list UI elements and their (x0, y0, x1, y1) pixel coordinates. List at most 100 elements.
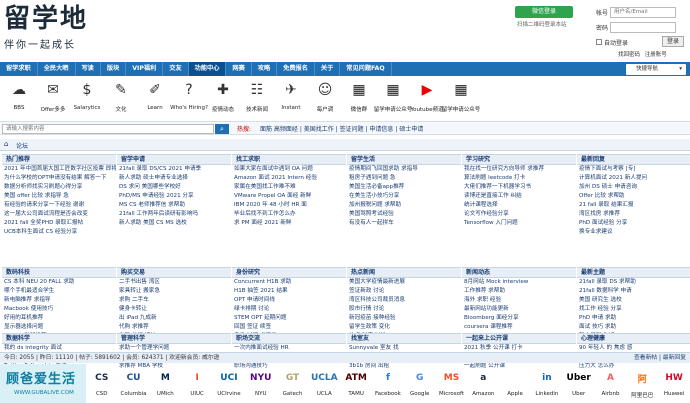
section-title[interactable]: 找室友 (347, 333, 461, 344)
partner-logo[interactable]: UCLA UCLA (308, 364, 340, 403)
nav-item[interactable]: 留学求职 (0, 62, 38, 76)
register-link[interactable]: 注册账号 (645, 52, 667, 58)
thread-link[interactable]: 股市行情 讨论 (347, 305, 461, 314)
thread-link[interactable]: 健身卡转让 (117, 305, 231, 314)
thread-link[interactable]: 租房子遇到问题 急 (347, 174, 461, 183)
thread-link[interactable]: 读博还是直接工作 纠结 (462, 192, 576, 201)
section-title[interactable]: 留学生活 (347, 154, 461, 165)
thread-link[interactable]: DS 求问 美国哪些学校好 (117, 183, 231, 192)
thread-link[interactable]: 美国 研究生 选校 (577, 296, 690, 305)
section-title[interactable]: 学习研究 (462, 154, 576, 165)
section-title[interactable]: 找工求职 (232, 154, 346, 165)
thread-link[interactable]: 面试 技巧 求助 (577, 323, 690, 332)
thread-link[interactable]: 美国生活必备app推荐 (347, 183, 461, 192)
thread-link[interactable]: 21fall 录取 DS/CS 2021 申请季 (117, 165, 231, 174)
thread-link[interactable]: 家属在美国找工作难不难 (232, 183, 346, 192)
partner-logo[interactable]: MS Microsoft (436, 364, 468, 403)
thread-link[interactable]: Macbook 使用技巧 (2, 305, 116, 314)
partner-logo[interactable]: Apple (499, 364, 531, 403)
partner-logo[interactable]: HW Huawei (658, 364, 690, 403)
site-logo[interactable]: 留学地 伴你一起成长 (4, 4, 124, 54)
partner-logo[interactable]: 阿阿里巴巴 (626, 364, 658, 403)
nav-item[interactable]: 关于 (315, 62, 341, 76)
thread-link[interactable]: Amazon 面试 2021 Intern 经验 (232, 174, 346, 183)
partner-logo[interactable]: a Amazon (467, 364, 499, 403)
section-title[interactable]: 热门推荐 (2, 154, 116, 165)
nav-item[interactable]: 全民大晒 (38, 62, 76, 76)
thread-link[interactable]: 加州 DS 硕士 申请咨询 (577, 183, 690, 192)
nav-item[interactable]: 常见问题FAQ (340, 62, 392, 76)
thread-link[interactable]: STEM OPT 延期问题 (232, 314, 346, 323)
hot-search-links[interactable]: 面筋 高频面经 | 美国找工作 | 签证问题 | 申请信息 | 硕士申请 (260, 124, 423, 133)
thread-link[interactable]: Concurrent H1B 求助 (232, 278, 346, 287)
section-title[interactable]: 数据科学 (2, 333, 116, 344)
thread-link[interactable]: Offer 比较 求帮助 (577, 192, 690, 201)
thread-link[interactable]: 绿卡排期 讨论 (232, 305, 346, 314)
password-input[interactable] (610, 21, 676, 33)
nav-item[interactable]: 免费报名 (277, 62, 315, 76)
thread-link[interactable]: 代购 求推荐 (117, 323, 231, 332)
thread-link[interactable]: 美国 offer 比较 求指导 急 (2, 192, 116, 201)
nav-item[interactable]: 写读 (76, 62, 101, 76)
stats-links[interactable]: 查看新帖 | 最新回复 (634, 353, 686, 363)
forgot-password-link[interactable]: 找回密码 (618, 52, 640, 58)
partner-logo[interactable]: I UIUC (181, 364, 213, 403)
thread-link[interactable]: VMware Propel OA 面经 新鲜 (232, 192, 346, 201)
nav-item[interactable]: 网赛 (226, 62, 252, 76)
thread-link[interactable]: OPT 申请时间线 (232, 296, 346, 305)
thread-link[interactable]: 我在找一位研究方向导师 求推荐 (462, 165, 576, 174)
auto-login-checkbox[interactable] (596, 39, 602, 45)
thread-link[interactable]: 大佬们推荐一下机器学习书 (462, 183, 576, 192)
thread-link[interactable]: 算法刷题 leetcode 打卡 (462, 174, 576, 183)
feature-wechat-official[interactable]: ▦ 留学申请公众号 (374, 78, 413, 118)
thread-link[interactable]: 有经验的请来分享一下经验 谢谢 (2, 201, 116, 210)
nav-item[interactable]: 交友 (163, 62, 189, 76)
nav-item[interactable]: VIP福利 (126, 62, 164, 76)
section-title[interactable]: 购买交易 (117, 267, 231, 278)
thread-link[interactable]: 签证新政 讨论 (347, 287, 461, 296)
thread-link[interactable]: coursera 课程推荐 (462, 323, 576, 332)
thread-link[interactable]: 求购 二手车 (117, 296, 231, 305)
thread-link[interactable]: 工作推荐 求帮助 (462, 287, 576, 296)
thread-link[interactable]: 最新网站功能更新 (462, 305, 576, 314)
thread-link[interactable]: 家具转让 搬家急 (117, 287, 231, 296)
partner-logo[interactable]: CU Columbia (118, 364, 150, 403)
search-button[interactable]: ⌕ (215, 123, 229, 134)
thread-link[interactable]: 有没有人一起拼车 (347, 219, 461, 228)
feature-hiring[interactable]: ? Who's Hiring? (170, 78, 208, 118)
partner-logo[interactable]: Uber Uber (563, 364, 595, 403)
thread-link[interactable]: 哪个手机最适合学生 (2, 287, 116, 296)
thread-link[interactable]: PhD 面试经验 分享 (577, 219, 690, 228)
thread-link[interactable]: 二手书出售 湾区 (117, 278, 231, 287)
thread-link[interactable]: 疫情下面试与考察 [专] (577, 165, 690, 174)
thread-link[interactable]: CS 本科 NEU 20 FALL 求助 (2, 278, 116, 287)
feature-forum[interactable]: ☁ BBS (2, 78, 36, 118)
feature-covid[interactable]: ✚ 疫情动态 (206, 78, 240, 118)
section-title[interactable]: 热点新闻 (347, 267, 461, 278)
nav-item[interactable]: 版块 (101, 62, 127, 76)
login-button[interactable]: 登录 (662, 36, 684, 47)
section-title[interactable]: 身份研究 (232, 267, 346, 278)
thread-link[interactable]: 回国 签证 续签 (232, 323, 346, 332)
section-title[interactable]: 心理健康 (577, 333, 690, 344)
thread-link[interactable]: 求 PM 面经 2021 新鲜 (232, 219, 346, 228)
thread-link[interactable]: H1B 抽签 2021 结果 (232, 287, 346, 296)
partner-logo[interactable]: ATM TAMU (340, 364, 372, 403)
partner-logo[interactable]: A Airbnb (595, 364, 627, 403)
thread-link[interactable]: IBM 2020 年 48 小时 HR 面 (232, 201, 346, 210)
sponsor-banner[interactable]: 顾爸爱生活 WWW.GUBALIVE.COM (0, 364, 86, 403)
thread-link[interactable]: 2021 fall 全奖PHD 录取汇报帖 (2, 219, 116, 228)
feature-youtube[interactable]: ▶ Youtube频道 (410, 78, 444, 118)
section-title[interactable]: 最新回复 (577, 154, 690, 165)
feature-culture[interactable]: ✎ 文化 (104, 78, 138, 118)
breadcrumb-forum[interactable]: 论坛 (16, 141, 28, 150)
thread-link[interactable]: 美国大学疫情最新进展 (347, 278, 461, 287)
partner-logo[interactable]: NYU NYU (245, 364, 277, 403)
home-icon[interactable]: ⌂ (4, 140, 8, 148)
thread-link[interactable]: 21fall 数据科学 申请 (577, 287, 690, 296)
thread-link[interactable]: 美国驾照考试经验 (347, 210, 461, 219)
thread-link[interactable]: 湾区科技公司裁员消息 (347, 296, 461, 305)
wechat-login-button[interactable]: 微信登录 (515, 6, 573, 18)
thread-link[interactable]: 这一届大公司面试流程是否会改变 (2, 210, 116, 219)
thread-link[interactable]: PhD/MS 申请经验 2021 分享 (117, 192, 231, 201)
